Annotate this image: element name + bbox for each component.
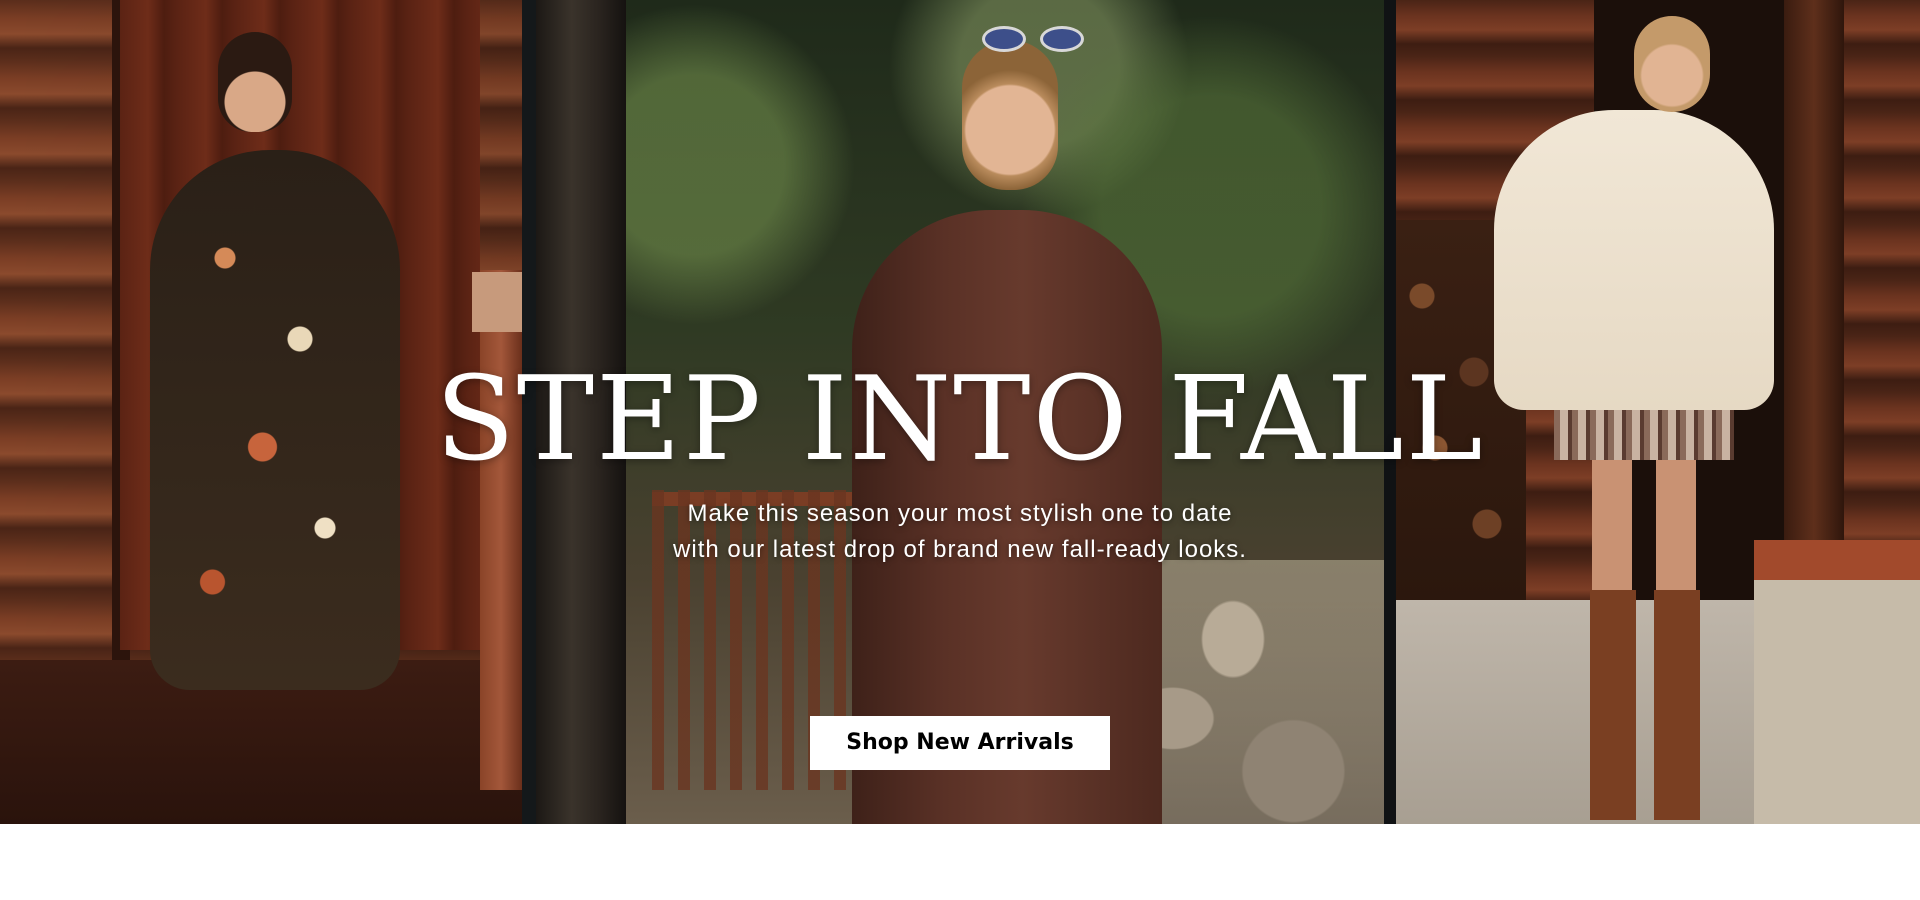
hero-subtext-line-1: Make this season your most stylish one t… [687, 500, 1233, 527]
shop-new-arrivals-button[interactable]: Shop New Arrivals [810, 716, 1110, 770]
porch-post-cap [472, 272, 522, 332]
brick-base [1754, 540, 1920, 824]
sunglasses-icon [982, 22, 1092, 54]
hero-subtext-line-2: with our latest drop of brand new fall-r… [673, 536, 1247, 563]
brown-boots [1584, 590, 1704, 820]
model-head [962, 40, 1058, 190]
hero-headline: STEP INTO FALL [435, 352, 1485, 487]
hero-banner[interactable]: STEP INTO FALL Make this season your mos… [0, 0, 1920, 824]
page-background-below-hero [0, 824, 1920, 900]
hero-subtext: Make this season your most stylish one t… [0, 496, 1920, 568]
model-head [218, 32, 292, 132]
model-head [1634, 16, 1710, 112]
